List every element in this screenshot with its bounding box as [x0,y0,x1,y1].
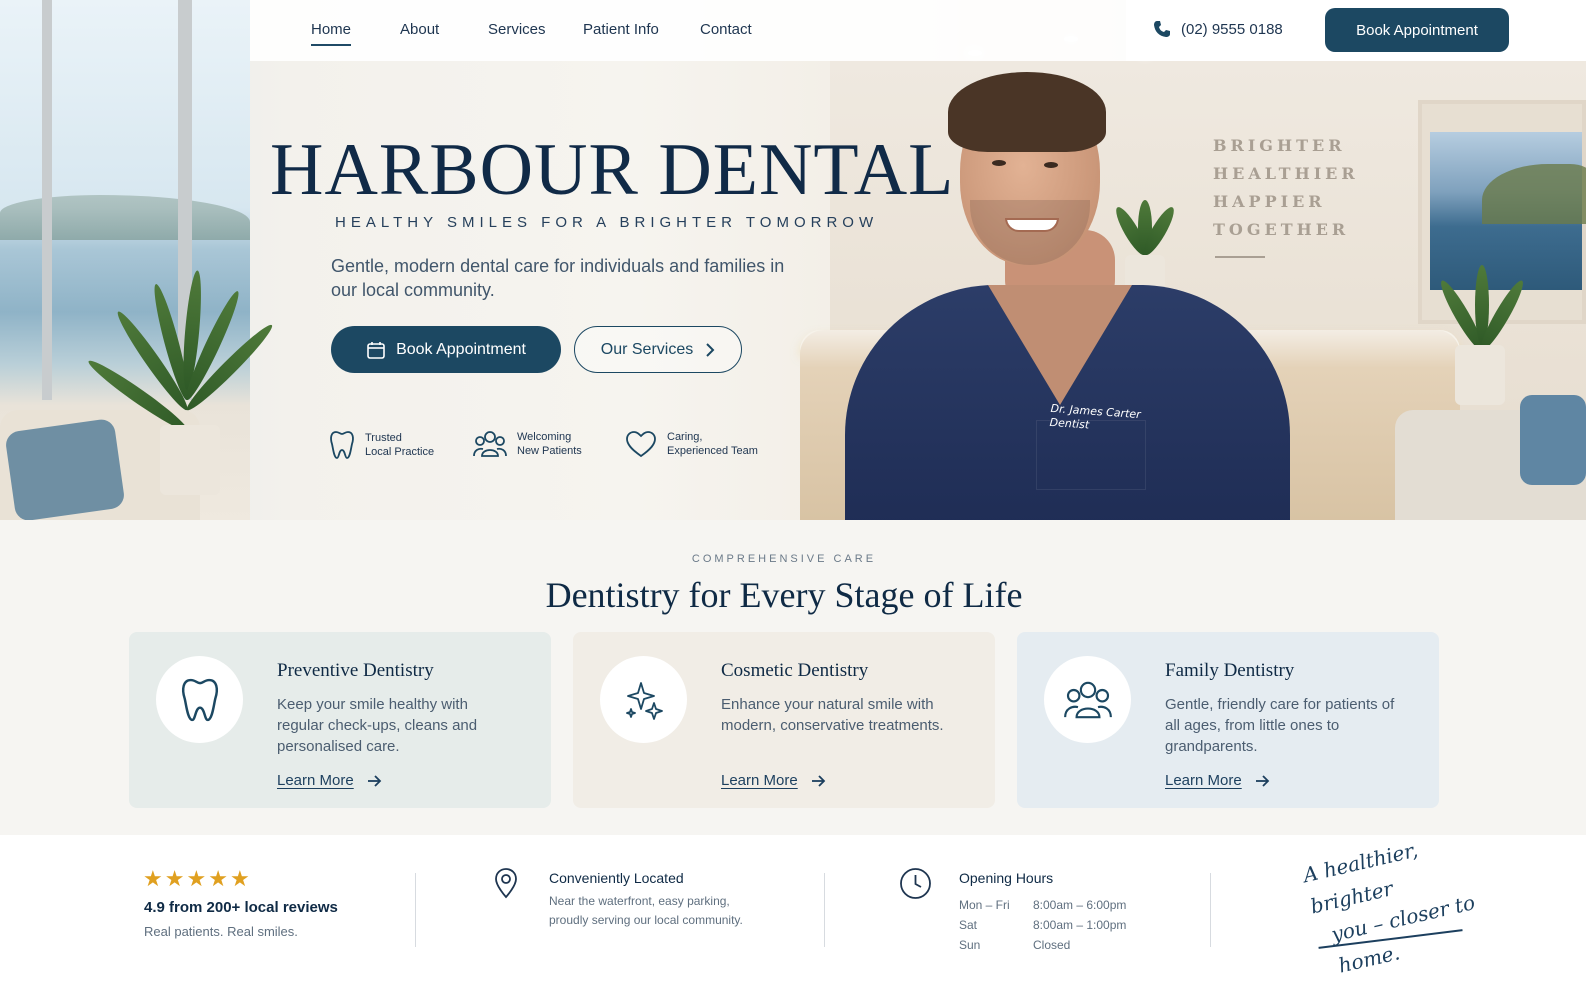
location-title: Conveniently Located [549,870,684,886]
feature-welcoming: Welcoming New Patients [473,430,582,458]
location-text: Near the waterfront, easy parking, proud… [549,894,743,927]
star-icon: ★ [143,866,163,891]
nav-services[interactable]: Services [488,21,546,38]
tooth-icon [330,431,354,459]
card-description: Enhance your natural smile with modern, … [721,696,944,734]
nav-home[interactable]: Home [311,21,352,46]
section-eyebrow: COMPREHENSIVE CARE [691,553,877,565]
star-icon: ★ [164,866,185,891]
people-icon [473,431,507,457]
family-icon [1063,681,1112,718]
nav-patient-info[interactable]: Patient Info [583,21,659,38]
page-title: HARBOUR DENTAL [270,129,955,211]
star-icon: ★ [229,866,250,891]
card-title: Family Dentistry [1165,660,1295,681]
plant-right [1430,260,1550,410]
star-icon: ★ [186,866,207,891]
service-card-family: Family Dentistry Gentle, friendly care f… [1017,632,1439,808]
hours-row: Mon – Fri 8:00am – 6:00pm [959,898,1127,912]
phone-icon [1154,21,1170,37]
clock-icon [900,868,931,899]
rating-subtext: Real patients. Real smiles. [144,924,298,939]
feature-trusted: Trusted Local Practice [329,430,434,460]
learn-more-link[interactable]: Learn More [721,772,826,789]
hero-book-appointment-button[interactable]: Book Appointment [331,326,561,373]
sparkle-icon [625,681,663,720]
location-pin-icon [495,868,517,899]
main-navigation: Home About Services Patient Info Contact [250,0,1126,61]
hours-row: Sun Closed [959,938,1071,952]
rating-headline: 4.9 from 200+ local reviews [144,899,338,916]
feature-caring: Caring, Experienced Team [625,430,758,458]
heart-icon [626,431,656,458]
section-title: Dentistry for Every Stage of Life [545,575,1023,615]
divider [415,873,416,947]
star-icon: ★ [208,866,228,891]
calendar-icon [367,341,385,359]
arrow-right-icon [1255,774,1269,787]
plant-left [80,250,300,510]
rating-stars: ★ ★ ★ ★ ★ [143,868,250,890]
divider [824,873,825,947]
card-description: Gentle, friendly care for patients of al… [1165,696,1395,755]
hours-row: Sat 8:00am – 1:00pm [959,918,1127,932]
hero-section: BRIGHTER HEALTHIER HAPPIER TOGETHER Dr. … [0,0,1586,520]
chevron-right-icon [706,342,715,357]
card-description: Keep your smile healthy with regular che… [277,696,478,755]
header-book-appointment-button[interactable]: Book Appointment [1325,8,1509,52]
opening-hours-table: Mon – Fri 8:00am – 6:00pm Sat 8:00am – 1:0… [959,895,1126,955]
learn-more-link[interactable]: Learn More [1165,772,1270,789]
nav-about[interactable]: About [400,21,439,38]
service-card-cosmetic: Cosmetic Dentistry Enhance your natural … [573,632,995,808]
hero-tagline: HEALTHY SMILES FOR A BRIGHTER TOMORROW [335,214,879,231]
our-services-button[interactable]: Our Services [574,326,742,373]
tooth-icon [181,678,218,721]
divider [1210,873,1211,947]
arrow-right-icon [367,774,381,787]
card-title: Preventive Dentistry [277,660,434,681]
nav-contact[interactable]: Contact [700,21,752,38]
phone-link[interactable]: (02) 9555 0188 [1153,20,1283,38]
card-title: Cosmetic Dentistry [721,660,869,681]
service-card-preventive: Preventive Dentistry Keep your smile hea… [129,632,551,808]
hero-description: Gentle, modern dental care for individua… [331,256,785,300]
hours-title: Opening Hours [959,870,1054,886]
learn-more-link[interactable]: Learn More [277,772,382,789]
arrow-right-icon [811,774,825,787]
